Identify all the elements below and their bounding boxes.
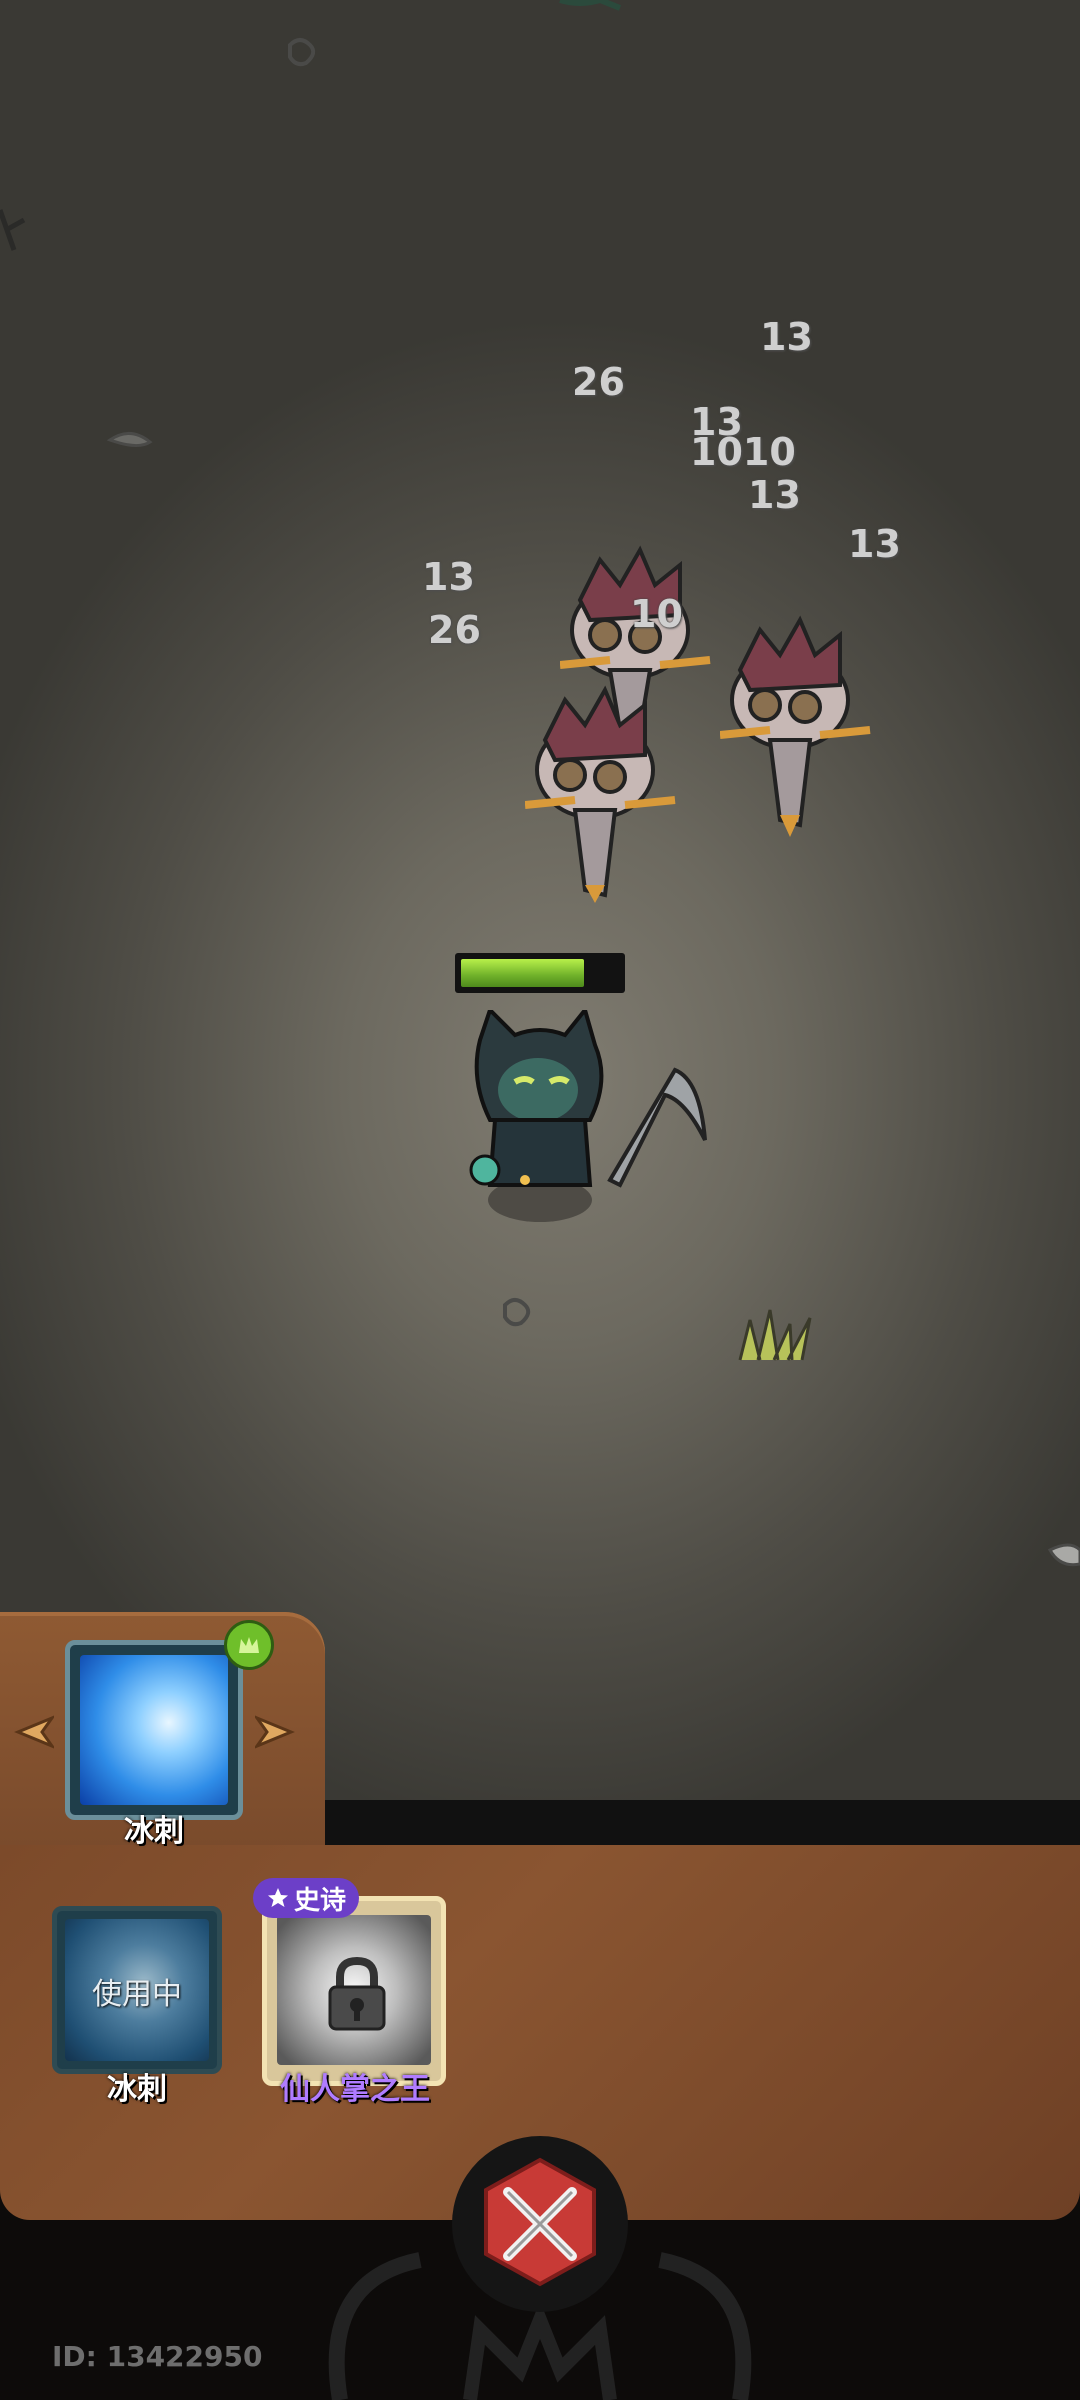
epic-rarity-badge: 史诗 [253, 1878, 359, 1918]
crossed-swords-close-icon [484, 2157, 596, 2287]
rarity-label: 史诗 [293, 1885, 346, 1916]
lock-icon [328, 1956, 386, 2031]
skill-slot-ice-spike[interactable]: 使用中 [52, 1906, 222, 2074]
reaper-cat-player [469, 1010, 707, 1222]
damage-number: 1010 [690, 430, 796, 474]
damage-number: 13 [422, 555, 475, 599]
player-health-fill [461, 959, 585, 987]
damage-number: 13 [848, 522, 901, 566]
player-id: ID: 13422950 [52, 2340, 263, 2373]
crown-upgrade-icon [224, 1620, 274, 1670]
battlefield: 13 26 13 1010 10 13 13 13 26 [0, 0, 1080, 1840]
damage-number: 10 [630, 592, 683, 636]
damage-number: 26 [428, 608, 481, 652]
grass-tuft [738, 1309, 812, 1361]
skill-slot-cactus-king[interactable] [262, 1896, 446, 2086]
close-button[interactable] [452, 2136, 628, 2312]
scarecrow-enemy[interactable] [525, 685, 685, 905]
active-skill-card[interactable] [65, 1640, 243, 1820]
ice-spike-icon [80, 1655, 228, 1805]
damage-number: 13 [760, 315, 813, 359]
skill-slot-name: 仙人掌之王 [280, 2072, 430, 2107]
star-icon [267, 1888, 288, 1907]
in-use-status: 使用中 [92, 1977, 182, 2012]
skill-slot-name: 冰刺 [107, 2072, 167, 2107]
right-arrow-icon[interactable] [255, 1712, 295, 1752]
player-health-bar [455, 953, 625, 993]
damage-number: 26 [572, 360, 625, 404]
scarecrow-enemy[interactable] [720, 615, 880, 845]
panel-shadow [325, 1800, 1080, 1847]
active-skill-name: 冰刺 [124, 1814, 184, 1849]
left-arrow-icon[interactable] [14, 1712, 54, 1752]
damage-number: 13 [748, 473, 801, 517]
